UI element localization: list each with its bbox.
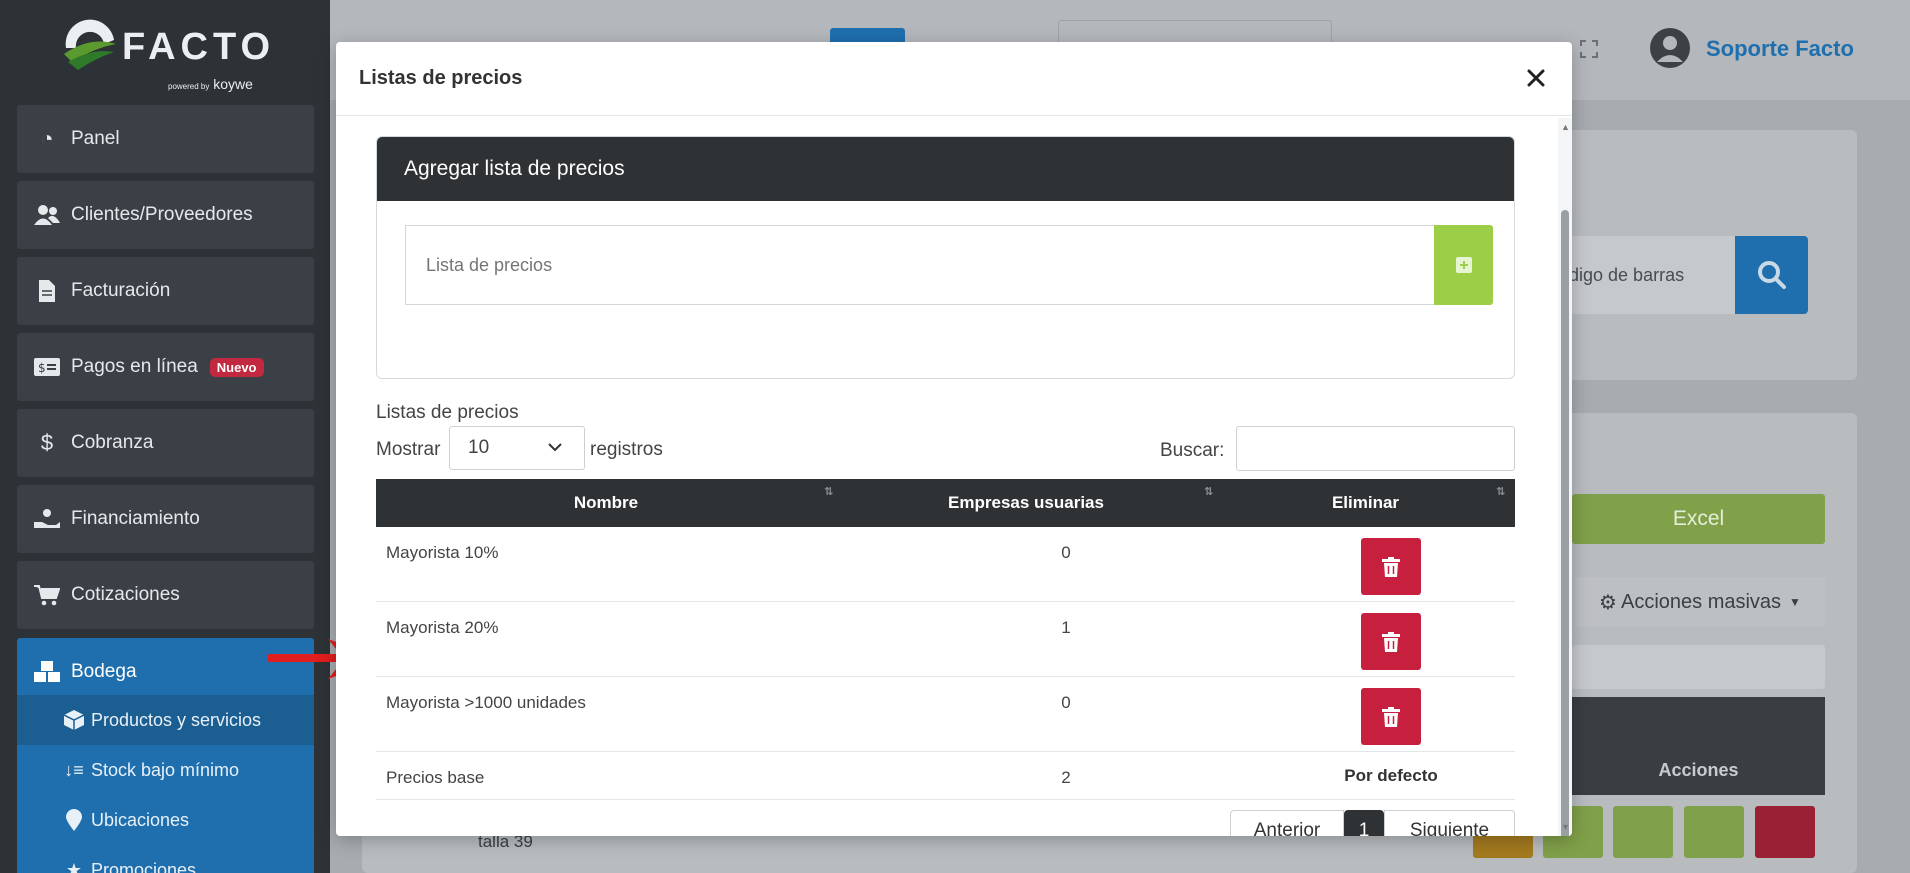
sort-down-icon: ↓≡ [64,759,84,780]
sidebar-subitem-locations[interactable]: Ubicaciones [17,795,314,845]
search-button[interactable] [1735,236,1808,314]
modal-scrollbar[interactable]: ▲ ▼ [1558,118,1572,836]
pagination-next[interactable]: Siguiente [1384,810,1515,836]
price-list-name-input[interactable] [405,225,1434,305]
sidebar-subitem-low-stock[interactable]: ↓≡ Stock bajo mínimo [17,745,314,795]
modal-header: Listas de precios [336,42,1572,116]
sort-icon: ⇅ [1496,486,1506,498]
sidebar-subitem-promotions[interactable]: ★ Promociones [17,845,314,873]
search-icon [1757,261,1786,289]
new-badge: Nuevo [209,357,264,377]
table-row: Mayorista 10% 0 [376,527,1515,602]
price-lists-table: Nombre ⇅ Empresas usuarias ⇅ Eliminar ⇅ … [376,479,1515,800]
default-label: Por defecto [1344,766,1438,785]
trash-icon [1382,631,1400,652]
facto-logo: FACTO powered by koywe [58,18,278,92]
plus-square-icon [1455,257,1472,273]
modal-title: Listas de precios [359,67,523,89]
search-label: Buscar: [1160,440,1225,461]
table-row: Mayorista 20% 1 [376,602,1515,677]
sidebar-subitem-products[interactable]: Productos y servicios [17,695,314,745]
barcode-search-input[interactable]: digo de barras [1565,236,1735,314]
table-row: Mayorista >1000 unidades 0 [376,677,1515,752]
table-search-input[interactable] [1236,426,1515,471]
add-price-list-card: Agregar lista de precios [376,136,1515,379]
trash-icon [1382,556,1400,577]
trash-icon [1382,706,1400,727]
column-header-companies[interactable]: Empresas usuarias [836,479,1216,527]
sidebar-item-financing[interactable]: Financiamiento [17,485,314,553]
sidebar-item-clients[interactable]: Clientes/Proveedores [17,181,314,249]
sidebar-item-collections[interactable]: $ Cobranza [17,409,314,477]
add-price-list-button[interactable] [1434,225,1493,305]
map-pin-icon [63,809,85,831]
price-list-name: Mayorista >1000 unidades [386,693,586,712]
cart-icon [33,584,61,606]
sort-icon: ⇅ [824,486,834,498]
scroll-down-icon[interactable]: ▼ [1561,822,1570,832]
mass-actions-label: Acciones masivas [1620,590,1782,613]
background-filter-input[interactable] [1572,645,1825,689]
price-list-name: Mayorista 10% [386,543,499,562]
logo-subtitle: powered by koywe [168,76,253,92]
add-price-list-title: Agregar lista de precios [377,137,1514,201]
delete-button[interactable] [1361,538,1421,595]
modal-body: Agregar lista de precios Listas de preci… [336,117,1572,836]
price-list-name: Mayorista 20% [386,618,499,637]
excel-button[interactable]: Excel [1572,494,1825,544]
chevron-down-icon [548,443,562,452]
gear-icon: ⚙ [1599,591,1617,614]
records-label: registros [590,439,663,460]
users-icon [33,204,61,226]
delete-button[interactable] [1361,613,1421,670]
price-lists-label: Listas de precios [376,402,519,423]
delete-product-button[interactable] [1755,806,1815,858]
pie-chart-icon: ◔ [40,126,54,151]
delete-button[interactable] [1361,688,1421,745]
logo-text: FACTO [122,26,276,68]
actions-header: Acciones [1572,697,1825,795]
sidebar-item-quotes[interactable]: Cotizaciones [17,561,314,629]
dollar-icon: $ [40,430,54,455]
column-header-delete[interactable]: Eliminar [1216,479,1515,527]
hand-coin-icon [33,508,61,530]
companies-count: 0 [1061,543,1071,562]
avatar[interactable] [1650,28,1690,68]
star-icon: ★ [65,859,83,873]
sidebar-item-panel[interactable]: ◔ Panel [17,105,314,173]
show-label: Mostrar [376,439,441,460]
refresh-button[interactable] [1684,806,1744,858]
sidebar: FACTO powered by koywe ◔ Panel Clientes/… [0,0,330,873]
price-list-name: Precios base [386,768,485,787]
companies-count: 1 [1061,618,1071,637]
companies-count: 2 [1061,768,1071,787]
stock-button[interactable] [1613,806,1673,858]
page-size-value: 10 [468,437,490,458]
page-size-select[interactable]: 10 [449,426,585,470]
companies-count: 0 [1061,693,1071,712]
pagination-previous[interactable]: Anterior [1230,810,1344,836]
pagination-page-1[interactable]: 1 [1344,810,1384,836]
table-header: Nombre ⇅ Empresas usuarias ⇅ Eliminar ⇅ [376,479,1515,527]
fullscreen-icon[interactable] [1580,40,1598,58]
box-icon [63,710,85,730]
scroll-up-icon[interactable]: ▲ [1561,122,1570,132]
sidebar-item-online-payments[interactable]: $ Pagos en línea Nuevo [17,333,314,401]
sidebar-item-billing[interactable]: Facturación [17,257,314,325]
sort-icon: ⇅ [1204,486,1214,498]
table-row: Precios base 2 Por defecto [376,752,1515,800]
close-icon [1527,69,1545,87]
user-name[interactable]: Soporte Facto [1706,36,1854,62]
boxes-icon [33,661,61,683]
caret-down-icon: ▼ [1789,595,1801,609]
document-icon [33,280,61,302]
mass-actions-button[interactable]: ⚙ Acciones masivas ▼ [1575,577,1825,627]
column-header-name[interactable]: Nombre [376,479,836,527]
logo-mark-icon [64,19,116,70]
svg-text:$: $ [38,361,46,375]
price-lists-modal: Listas de precios Agregar lista de preci… [336,42,1572,836]
scroll-thumb[interactable] [1561,210,1569,836]
close-button[interactable] [1520,62,1552,94]
money-card-icon: $ [33,358,61,376]
